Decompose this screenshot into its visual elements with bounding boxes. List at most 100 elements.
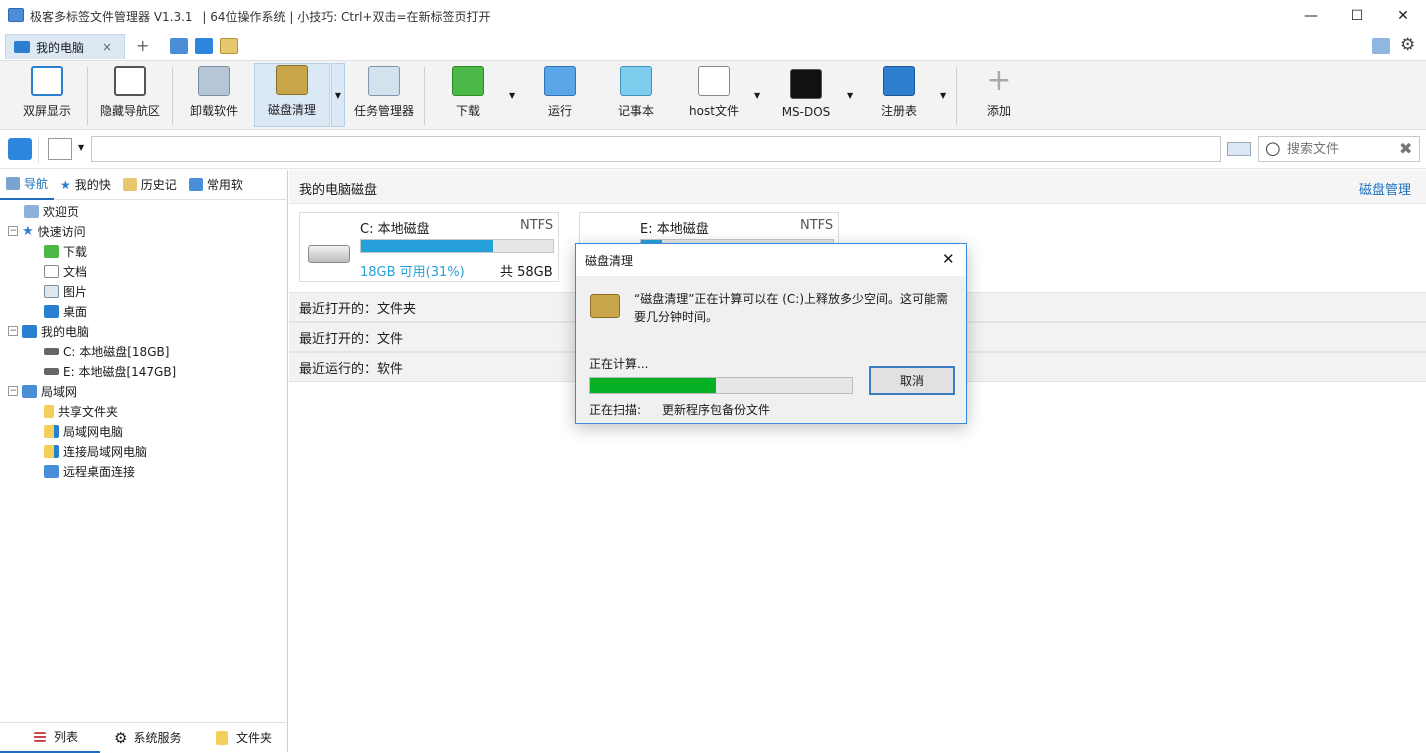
- task-manager-button[interactable]: 任务管理器: [348, 63, 420, 127]
- list-view-tab[interactable]: 列表: [0, 723, 100, 753]
- toolbar-divider: [172, 67, 173, 125]
- download-icon: [44, 244, 59, 258]
- toolbar-divider: [87, 67, 88, 125]
- disk-usage-fill: [361, 240, 494, 252]
- tab-label: 历史记: [140, 178, 177, 192]
- tab-history[interactable]: 历史记: [117, 170, 183, 200]
- tree-item-welcome[interactable]: 欢迎页: [24, 201, 79, 221]
- uninstall-button[interactable]: 卸载软件: [178, 63, 250, 127]
- tree-item-drive-c[interactable]: C: 本地磁盘[18GB]: [44, 341, 169, 361]
- cancel-button[interactable]: 取消: [869, 366, 955, 395]
- camera-nav-icon[interactable]: [8, 138, 32, 160]
- tree-item-connect-lan[interactable]: 连接局域网电脑: [44, 441, 147, 461]
- tree-label: 下载: [63, 244, 88, 259]
- clear-search-icon[interactable]: ✖: [1399, 139, 1412, 158]
- star-icon: ★: [22, 223, 34, 239]
- tree-label: 快速访问: [37, 224, 86, 239]
- new-tab-button[interactable]: +: [136, 36, 149, 55]
- tree-item-downloads[interactable]: 下载: [44, 241, 87, 261]
- disk-cleanup-dialog: 磁盘清理 ✕ “磁盘清理”正在计算可以在 (C:)上释放多少空间。这可能需要几分…: [575, 243, 967, 424]
- folder-tab[interactable]: 文件夹: [200, 729, 272, 746]
- disk-cleanup-dropdown[interactable]: ▼: [331, 63, 345, 127]
- minimize-button[interactable]: —: [1288, 0, 1334, 32]
- disk-card-c[interactable]: C: 本地磁盘 NTFS 18GB 可用(31%) 共 58GB: [299, 212, 559, 282]
- clock-icon[interactable]: [220, 38, 238, 54]
- collapse-icon[interactable]: −: [8, 326, 18, 336]
- system-services-tab[interactable]: ⚙ 系统服务: [100, 729, 200, 747]
- tree-item-quick-access[interactable]: − ★ 快速访问: [8, 221, 86, 241]
- tab-common-software[interactable]: 常用软: [183, 170, 249, 200]
- divider: [38, 137, 39, 163]
- camera-icon[interactable]: [195, 38, 213, 54]
- dual-screen-button[interactable]: 双屏显示: [12, 63, 82, 127]
- disk-filesystem: NTFS: [800, 218, 834, 233]
- registry-dropdown-icon[interactable]: ▼: [940, 91, 946, 100]
- search-input[interactable]: [1287, 140, 1395, 158]
- toolbar-label: 下载: [455, 104, 480, 118]
- add-button[interactable]: + 添加: [970, 63, 1028, 127]
- host-dropdown-icon[interactable]: ▼: [754, 91, 760, 100]
- collapse-icon[interactable]: −: [8, 386, 18, 396]
- registry-button[interactable]: 注册表: [868, 63, 930, 127]
- new-folder-dropdown-icon[interactable]: ▼: [78, 143, 84, 152]
- title-bar: 极客多标签文件管理器 V1.3.1 | 64位操作系统 | 小技巧: Ctrl+…: [0, 0, 1426, 32]
- path-toggle-icon[interactable]: [1227, 142, 1251, 156]
- run-button[interactable]: 运行: [530, 63, 590, 127]
- disk-cleanup-button[interactable]: 磁盘清理: [254, 63, 330, 127]
- toolbar-label: MS-DOS: [781, 105, 831, 119]
- dialog-close-icon[interactable]: ✕: [942, 250, 955, 268]
- document-icon: [44, 264, 59, 278]
- tree-item-lan[interactable]: − 局域网: [8, 381, 77, 401]
- settings-gear-icon[interactable]: ⚙: [1400, 35, 1415, 55]
- close-window-button[interactable]: ✕: [1380, 0, 1426, 32]
- console-icon: [790, 69, 822, 99]
- tab-my-computer[interactable]: 我的电脑 ×: [5, 34, 125, 59]
- tab-favorites[interactable]: ★ 我的快: [54, 170, 117, 200]
- download-button[interactable]: 下载: [438, 63, 498, 127]
- address-input[interactable]: [91, 136, 1221, 162]
- maximize-button[interactable]: ☐: [1334, 0, 1380, 32]
- registry-icon: [883, 66, 915, 96]
- toolbar-label: 隐藏导航区: [99, 104, 160, 118]
- tree-item-shared-folders[interactable]: 共享文件夹: [44, 401, 118, 421]
- disk-management-link[interactable]: 磁盘管理: [1359, 179, 1411, 198]
- host-file-button[interactable]: host文件: [682, 63, 746, 127]
- collapse-icon[interactable]: −: [8, 226, 18, 236]
- network-icon: [22, 384, 37, 398]
- tree-item-my-computer[interactable]: − 我的电脑: [8, 321, 89, 341]
- tree-item-pictures[interactable]: 图片: [44, 281, 87, 301]
- tree-item-desktop[interactable]: 桌面: [44, 301, 87, 321]
- drive-icon: [308, 245, 350, 263]
- network-icon[interactable]: [170, 38, 188, 54]
- tree-label: 共享文件夹: [58, 404, 119, 419]
- window-title: 极客多标签文件管理器 V1.3.1 | 64位操作系统 | 小技巧: Ctrl+…: [30, 8, 491, 25]
- search-icon: ○: [1265, 138, 1281, 159]
- dual-screen-icon: [31, 66, 63, 96]
- desktop-icon: [44, 304, 59, 318]
- run-icon: [544, 66, 576, 96]
- connect-lan-icon: [44, 444, 59, 458]
- download-dropdown-icon[interactable]: ▼: [509, 91, 515, 100]
- tree-item-documents[interactable]: 文档: [44, 261, 87, 281]
- toolbar-label: host文件: [689, 104, 739, 118]
- search-box[interactable]: ○ ✖: [1258, 136, 1420, 162]
- tree-label: 欢迎页: [43, 204, 80, 219]
- ms-dos-button[interactable]: MS-DOS: [774, 63, 838, 127]
- tree-item-drive-e[interactable]: E: 本地磁盘[147GB]: [44, 361, 176, 381]
- tree-item-lan-computers[interactable]: 局域网电脑: [44, 421, 123, 441]
- tab-label: 系统服务: [133, 731, 182, 745]
- tab-close-icon[interactable]: ×: [102, 40, 112, 54]
- tab-label: 文件夹: [236, 731, 273, 745]
- tab-navigation[interactable]: 导航: [0, 170, 55, 200]
- tree-label: 连接局域网电脑: [63, 444, 148, 459]
- tree-item-remote-desktop[interactable]: 远程桌面连接: [44, 461, 135, 481]
- disk-cleanup-icon: [276, 65, 308, 95]
- disk-total-text: 共 58GB: [500, 265, 553, 280]
- skin-icon[interactable]: [1372, 38, 1390, 54]
- section-title: 最近运行的：软件: [299, 361, 404, 377]
- msdos-dropdown-icon[interactable]: ▼: [847, 91, 853, 100]
- tab-label: 列表: [54, 730, 79, 744]
- notepad-button[interactable]: 记事本: [606, 63, 666, 127]
- new-folder-icon[interactable]: [48, 138, 72, 160]
- hide-nav-button[interactable]: 隐藏导航区: [92, 63, 168, 127]
